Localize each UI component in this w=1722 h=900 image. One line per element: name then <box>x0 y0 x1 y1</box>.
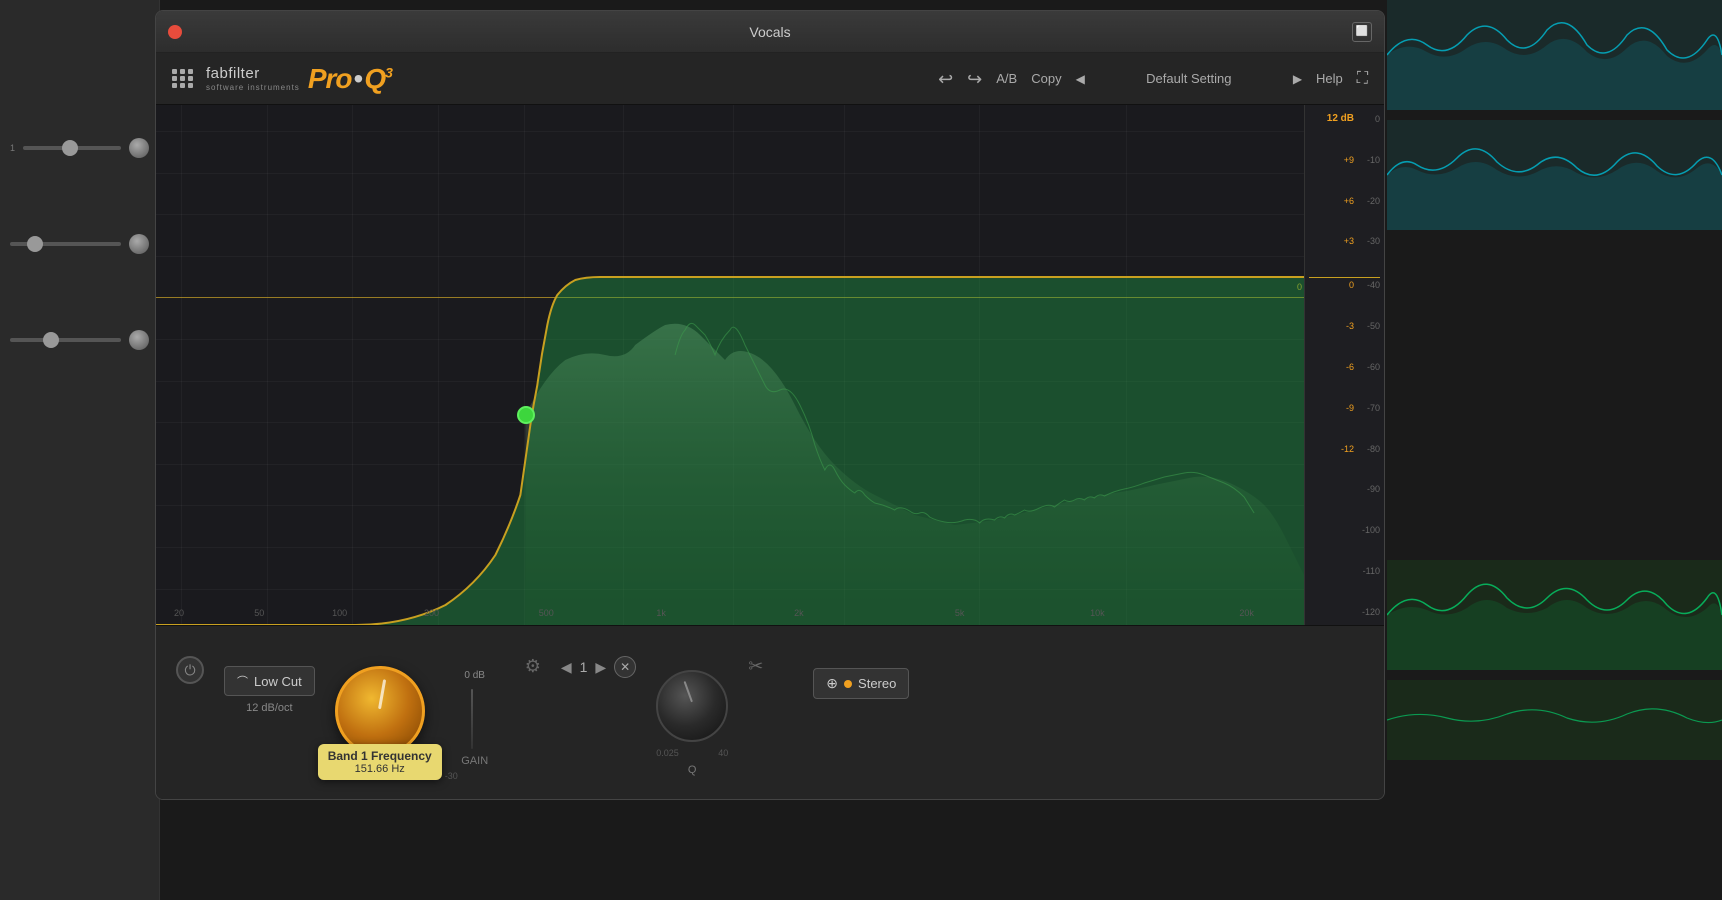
gain-value-label: 0 dB <box>464 670 485 681</box>
filter-type-label: Low Cut <box>254 674 302 689</box>
freq-20: 20 <box>174 608 184 618</box>
freq-2k: 2k <box>794 608 804 618</box>
stereo-link-icon: ⊕ <box>826 675 838 692</box>
freq-1k: 1k <box>656 608 666 618</box>
q-label: Q <box>688 764 697 776</box>
freq-axis: 20 50 100 200 500 1k 2k 5k 10k 20k <box>156 603 1304 623</box>
eq-curve <box>156 105 1304 625</box>
gain-range-low: -30 <box>445 771 458 781</box>
restore-button[interactable]: ⬜ <box>1352 22 1372 42</box>
band-nav: ◀ 1 ▶ ✕ <box>561 656 636 678</box>
prev-band-button[interactable]: ◀ <box>561 659 572 676</box>
knob-2[interactable] <box>129 234 149 254</box>
freq-5k: 5k <box>955 608 965 618</box>
band-number: 1 <box>580 659 588 675</box>
db-gain-m3: -3 <box>1330 321 1354 331</box>
knob-3[interactable] <box>129 330 149 350</box>
power-button[interactable]: ⏻ <box>176 656 204 684</box>
db-gain-m12: -12 <box>1330 444 1354 454</box>
filter-type-button[interactable]: ⌒ Low Cut <box>224 666 315 696</box>
help-label[interactable]: Help <box>1316 71 1343 86</box>
freq-50: 50 <box>254 608 264 618</box>
slider-track-3[interactable] <box>10 338 121 342</box>
freq-20k: 20k <box>1239 608 1254 618</box>
q-range-high: 40 <box>718 748 728 758</box>
db-gain-9: +9 <box>1330 155 1354 165</box>
slope-label: 12 dB/oct <box>246 702 292 714</box>
q-knob[interactable] <box>656 670 728 742</box>
q-knob-container: 0.025 40 Q <box>656 670 728 776</box>
slider-row-2 <box>0 226 159 262</box>
knob-1[interactable] <box>129 138 149 158</box>
fullscreen-button[interactable]: ⛶ <box>1357 70 1368 88</box>
window-title: Vocals <box>749 24 790 40</box>
band-tooltip: Band 1 Frequency 151.66 Hz <box>318 744 442 780</box>
slider-track-1[interactable] <box>23 146 121 150</box>
preset-name: Default Setting <box>1099 71 1279 86</box>
brand-name: fabfilter <box>206 65 300 82</box>
ab-label: A/B <box>996 71 1017 86</box>
gain-slider-track[interactable] <box>471 689 473 749</box>
gain-knob-container: 0 dB GAIN -30 <box>445 670 505 781</box>
db-gain-0: 0 <box>1330 280 1354 290</box>
close-button[interactable] <box>168 25 182 39</box>
next-band-button[interactable]: ▶ <box>595 659 606 676</box>
fabfilter-logo <box>172 69 194 88</box>
db-gain-3: +3 <box>1330 236 1354 246</box>
freq-500: 500 <box>539 608 554 618</box>
db-gain-m6: -6 <box>1330 362 1354 372</box>
eq-area[interactable]: 0 <box>156 105 1384 625</box>
plugin-header: fabfilter software instruments Pro•Q3 ↩ … <box>156 53 1384 105</box>
slider-row-1: 1 <box>0 130 159 166</box>
prev-preset-button[interactable]: ◀ <box>1076 73 1085 85</box>
band-close-button[interactable]: ✕ <box>614 656 636 678</box>
undo-button[interactable]: ↩ <box>938 70 953 88</box>
q-range-low: 0.025 <box>656 748 679 758</box>
tooltip-title: Band 1 Frequency <box>328 749 432 763</box>
stereo-dot <box>844 680 852 688</box>
freq-200: 200 <box>424 608 439 618</box>
waveform-svg <box>1387 0 1722 900</box>
stereo-label: Stereo <box>858 676 896 691</box>
db-scale: 12 dB 0 +9 -10 +6 -20 +3 -30 0 -40 -3 -5… <box>1304 105 1384 625</box>
logo-area: fabfilter software instruments Pro•Q3 <box>172 63 392 95</box>
stereo-button[interactable]: ⊕ Stereo <box>813 668 909 699</box>
product-logo: Pro•Q3 <box>308 63 392 95</box>
right-waveform-area <box>1387 0 1722 900</box>
bottom-controls: ⏻ ⌒ Low Cut 12 dB/oct 10 Hz 30 kHz Band … <box>156 625 1384 800</box>
freq-100: 100 <box>332 608 347 618</box>
db-gain-6: +6 <box>1330 196 1354 206</box>
brand-sub: software instruments <box>206 83 300 92</box>
gain-label: GAIN <box>461 755 488 767</box>
plugin-window: Vocals ⬜ fabfilter software instruments … <box>155 10 1385 800</box>
slider-row-3 <box>0 322 159 358</box>
frequency-knob-container: 10 Hz 30 kHz Band 1 Frequency 151.66 Hz <box>335 666 425 770</box>
q-indicator <box>684 681 693 702</box>
db-gain-m9: -9 <box>1330 403 1354 413</box>
header-controls: ↩ ↪ A/B Copy ◀ Default Setting ▶ Help ⛶ <box>938 70 1368 88</box>
band-1-point[interactable] <box>517 406 535 424</box>
scissors-icon[interactable]: ✂ <box>748 656 763 677</box>
freq-10k: 10k <box>1090 608 1105 618</box>
left-sidebar: 1 <box>0 0 160 900</box>
slider-track-2[interactable] <box>10 242 121 246</box>
redo-button[interactable]: ↪ <box>967 70 982 88</box>
settings-icon[interactable]: ⚙ <box>525 656 541 677</box>
tooltip-value: 151.66 Hz <box>328 763 432 775</box>
frequency-knob[interactable] <box>335 666 425 756</box>
next-preset-button[interactable]: ▶ <box>1293 73 1302 85</box>
copy-button[interactable]: Copy <box>1031 72 1061 85</box>
knob-indicator <box>378 679 386 709</box>
title-bar: Vocals ⬜ <box>156 11 1384 53</box>
db-gain-12: 12 dB <box>1327 113 1354 124</box>
